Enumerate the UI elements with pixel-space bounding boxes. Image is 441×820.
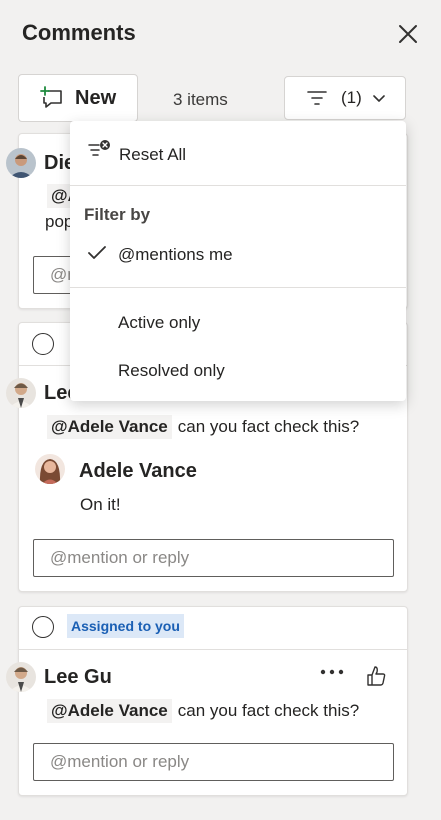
panel-title: Comments bbox=[22, 20, 136, 45]
avatar bbox=[35, 454, 65, 484]
avatar bbox=[6, 378, 36, 408]
reply-text: On it! bbox=[80, 495, 121, 514]
resolve-checkbox[interactable] bbox=[32, 333, 54, 355]
filter-button[interactable]: (1) bbox=[284, 76, 406, 120]
filter-option-resolved-only[interactable]: Resolved only bbox=[70, 349, 406, 393]
comment-text: can you fact check this? bbox=[177, 701, 360, 720]
card-divider bbox=[19, 649, 407, 650]
reset-all-item[interactable]: Reset All bbox=[70, 133, 406, 177]
filter-by-heading: Filter by bbox=[84, 205, 151, 224]
like-icon[interactable] bbox=[365, 665, 387, 687]
comment-text: can you fact check this? bbox=[177, 417, 360, 436]
reply-input[interactable] bbox=[34, 540, 393, 576]
menu-divider bbox=[70, 185, 406, 186]
reply-field[interactable] bbox=[33, 743, 394, 781]
reset-all-label: Reset All bbox=[119, 145, 187, 164]
comments-header: Comments bbox=[0, 0, 441, 70]
comment-author: Lee Gu bbox=[44, 666, 112, 688]
reply-input[interactable] bbox=[34, 744, 393, 780]
new-comment-button[interactable]: New bbox=[18, 74, 138, 122]
filter-option-mentions-me[interactable]: @mentions me bbox=[70, 233, 406, 277]
comment-body: @Adele Vance can you fact check this? bbox=[47, 699, 359, 723]
mention-chip[interactable]: @Adele Vance bbox=[47, 415, 172, 439]
reply-field[interactable] bbox=[33, 539, 394, 577]
avatar bbox=[6, 662, 36, 692]
comment-card: Assigned to you Lee Gu @Adele Vance can … bbox=[6, 606, 408, 796]
item-count: 3 items bbox=[173, 90, 228, 109]
new-comment-icon bbox=[40, 86, 62, 108]
clear-filter-icon bbox=[88, 140, 110, 156]
menu-divider bbox=[70, 287, 406, 288]
chevron-down-icon bbox=[372, 95, 385, 102]
filter-icon bbox=[307, 91, 327, 105]
mention-chip[interactable]: @Adele Vance bbox=[47, 699, 172, 723]
close-icon[interactable] bbox=[396, 22, 420, 46]
new-button-label: New bbox=[75, 86, 117, 109]
filter-dropdown: Reset All Filter by @mentions me Active … bbox=[70, 121, 406, 401]
avatar bbox=[6, 148, 36, 178]
filter-count: (1) bbox=[341, 88, 362, 107]
filter-option-label: Resolved only bbox=[118, 361, 225, 380]
filter-option-label: @mentions me bbox=[118, 245, 233, 264]
more-options-icon[interactable] bbox=[319, 667, 345, 677]
resolve-checkbox[interactable] bbox=[32, 616, 54, 638]
comment-body: @Adele Vance can you fact check this? bbox=[47, 415, 359, 439]
assigned-badge: Assigned to you bbox=[67, 614, 184, 638]
reply-author: Adele Vance bbox=[79, 460, 197, 482]
filter-option-active-only[interactable]: Active only bbox=[70, 301, 406, 345]
filter-option-label: Active only bbox=[118, 313, 201, 332]
checkmark-icon bbox=[88, 246, 106, 259]
